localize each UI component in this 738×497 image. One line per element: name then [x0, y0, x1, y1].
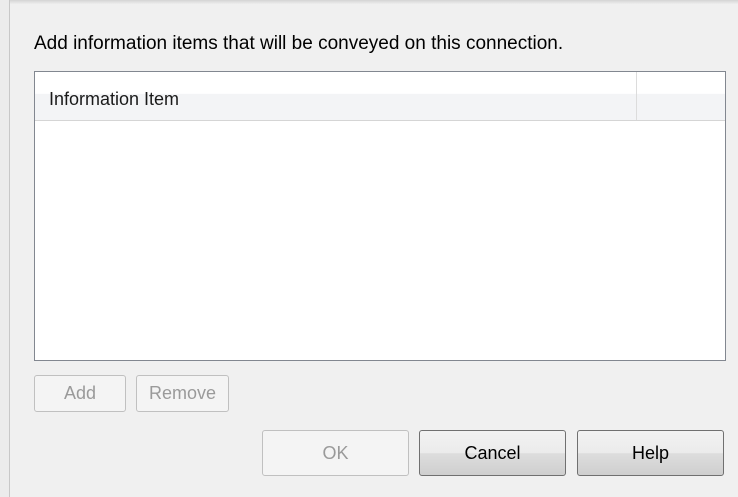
help-button[interactable]: Help: [577, 430, 724, 476]
dialog-left-edge: [0, 0, 10, 497]
column-header-information-item[interactable]: Information Item: [35, 72, 637, 120]
instruction-text: Add information items that will be conve…: [34, 33, 564, 54]
remove-button[interactable]: Remove: [136, 375, 229, 412]
cancel-button[interactable]: Cancel: [419, 430, 566, 476]
information-items-list[interactable]: Information Item: [34, 71, 726, 361]
list-header: Information Item: [35, 72, 725, 121]
list-body[interactable]: [35, 121, 725, 360]
column-header-extra[interactable]: [637, 72, 725, 120]
add-button[interactable]: Add: [34, 375, 126, 412]
column-header-label: Information Item: [49, 89, 180, 109]
information-items-dialog: Add information items that will be conve…: [0, 0, 738, 497]
ok-button[interactable]: OK: [262, 430, 409, 476]
dialog-top-edge: [0, 0, 738, 4]
